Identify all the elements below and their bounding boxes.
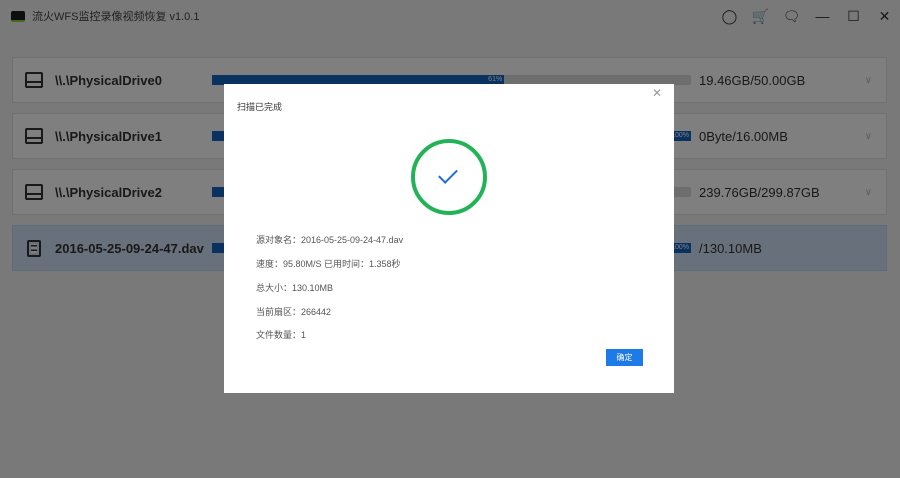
speed-time: 速度：95.80M/S 已用时间：1.358秒 — [256, 259, 401, 269]
checkmark-icon — [438, 164, 458, 184]
dialog-close-icon[interactable]: ✕ — [652, 86, 662, 100]
scan-complete-dialog: 扫描已完成 ✕ 源对象名：2016-05-25-09-24-47.dav 速度：… — [224, 84, 674, 393]
total-size: 总大小：130.10MB — [256, 283, 334, 293]
current-sector: 当前扇区：266442 — [256, 307, 332, 317]
success-circle-icon — [411, 139, 487, 215]
dialog-title: 扫描已完成 — [237, 102, 283, 112]
ok-button[interactable]: 确定 — [606, 349, 643, 366]
source-name: 源对象名：2016-05-25-09-24-47.dav — [256, 235, 404, 245]
file-count: 文件数量：1 — [256, 330, 307, 340]
